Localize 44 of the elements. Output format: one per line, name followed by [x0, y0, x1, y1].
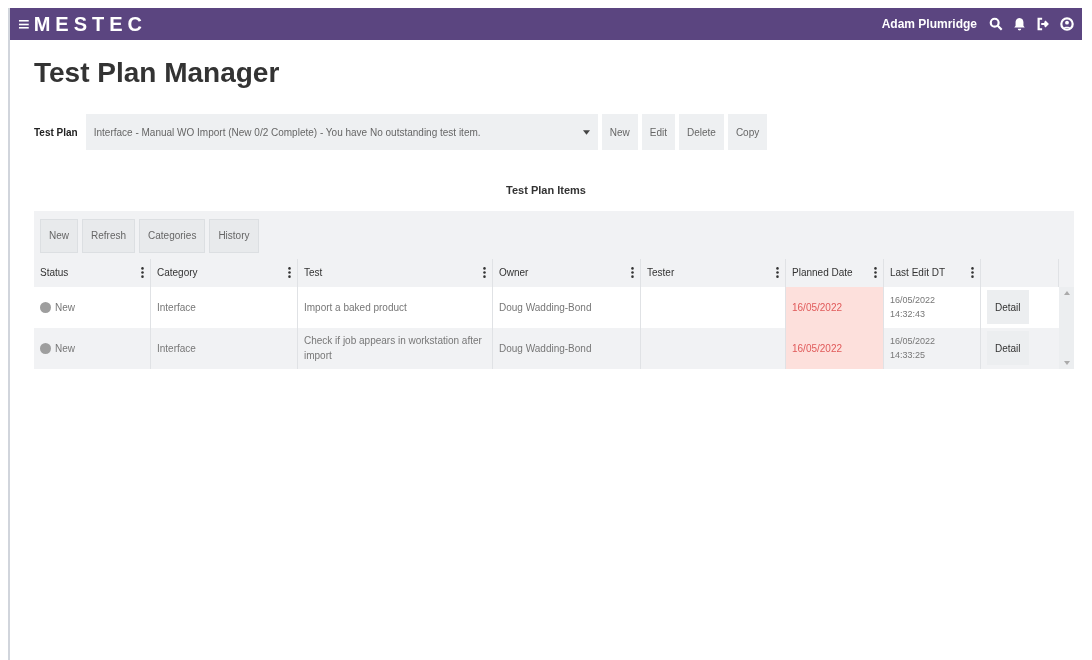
plan-button[interactable]: Copy: [727, 114, 768, 150]
toolbar-button[interactable]: Refresh: [82, 218, 136, 253]
column-header[interactable]: Category: [157, 265, 198, 280]
logout-icon[interactable]: [1036, 17, 1050, 31]
plan-button[interactable]: Edit: [641, 114, 675, 150]
detail-button[interactable]: Detail: [987, 331, 1029, 365]
table-cell: Interface: [151, 286, 298, 328]
column-menu-icon[interactable]: [874, 267, 877, 278]
plan-button[interactable]: Delete: [678, 114, 724, 150]
table-cell: 16/05/2022: [786, 286, 884, 328]
table-cell: 16/05/2022 14:32:43: [884, 286, 981, 328]
column-menu-icon[interactable]: [483, 267, 486, 278]
column-header[interactable]: Planned Date: [792, 265, 853, 280]
column-header[interactable]: Tester: [647, 265, 675, 280]
column-header[interactable]: Last Edit DT: [890, 265, 946, 280]
table-cell: Import a baked product: [298, 286, 493, 328]
table-cell: 16/05/2022: [786, 327, 884, 369]
status-text: New: [55, 300, 75, 315]
page-title: Test Plan Manager: [34, 56, 281, 90]
user-name[interactable]: Adam Plumridge: [881, 15, 977, 33]
dropdown-caret-icon[interactable]: [582, 129, 590, 135]
search-icon[interactable]: [989, 17, 1003, 31]
column-menu-icon[interactable]: [776, 267, 779, 278]
toolbar-button[interactable]: History: [209, 218, 259, 253]
field-label: Test Plan: [34, 125, 78, 140]
toolbar-button[interactable]: Categories: [139, 218, 206, 253]
section-title: Test Plan Items: [505, 183, 587, 198]
column-header[interactable]: Status: [40, 265, 69, 280]
status-text: New: [55, 341, 75, 356]
column-menu-icon[interactable]: [971, 267, 974, 278]
column-header[interactable]: Test: [304, 265, 323, 280]
bell-icon[interactable]: [1013, 17, 1026, 31]
test-plan-dropdown[interactable]: Interface - Manual WO Import (New 0/2 Complete) - You have No outstanding test item.: [85, 114, 598, 150]
menu-icon[interactable]: ≡: [18, 14, 30, 34]
table-cell: Doug Wadding-Bond: [493, 286, 641, 328]
toolbar-button[interactable]: New: [40, 218, 78, 253]
column-menu-icon[interactable]: [141, 267, 144, 278]
column-header[interactable]: Owner: [499, 265, 529, 280]
plan-button[interactable]: New: [601, 114, 638, 150]
column-menu-icon[interactable]: [631, 267, 634, 278]
logo: MESTEC: [33, 12, 147, 37]
user-icon[interactable]: [1060, 17, 1074, 31]
detail-button[interactable]: Detail: [987, 290, 1029, 324]
column-menu-icon[interactable]: [288, 267, 291, 278]
